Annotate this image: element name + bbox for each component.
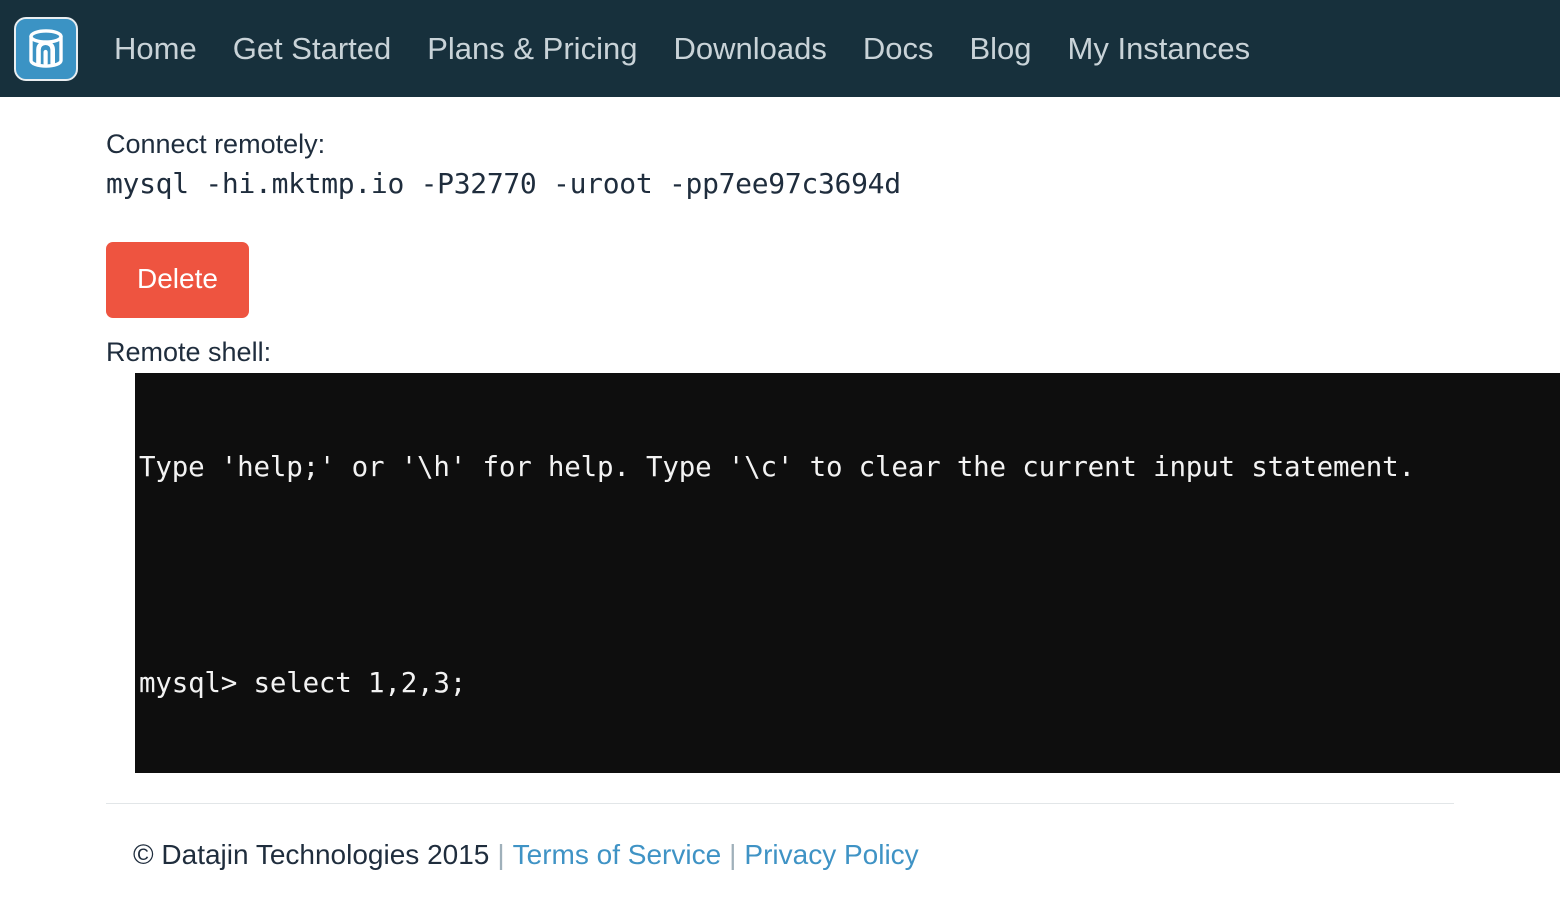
nav-link-get-started[interactable]: Get Started — [215, 27, 410, 70]
delete-button[interactable]: Delete — [106, 242, 249, 319]
footer-link-terms-of-service[interactable]: Terms of Service — [513, 839, 722, 870]
remote-shell-terminal[interactable]: Type 'help;' or '\h' for help. Type '\c'… — [135, 373, 1560, 774]
terminal-line: mysql> select 1,2,3; — [139, 667, 467, 700]
page-footer: © Datajin Technologies 2015 | Terms of Ser… — [0, 804, 1560, 871]
connect-command-text: mysql -hi.mktmp.io -P32770 -uroot -pp7ee… — [106, 167, 901, 201]
nav-link-blog[interactable]: Blog — [951, 27, 1049, 70]
nav-link-my-instances[interactable]: My Instances — [1050, 27, 1269, 70]
footer-separator-1: | — [497, 839, 505, 871]
main-content: Connect remotely: mysql -hi.mktmp.io -P3… — [0, 129, 1560, 774]
nav-links: Home Get Started Plans & Pricing Downloa… — [96, 27, 1268, 70]
footer-separator-2: | — [729, 839, 737, 871]
footer-link-privacy-policy[interactable]: Privacy Policy — [744, 839, 918, 870]
terminal-output: Type 'help;' or '\h' for help. Type '\c'… — [135, 373, 1560, 773]
nav-link-plans-pricing[interactable]: Plans & Pricing — [409, 27, 655, 70]
nav-link-docs[interactable]: Docs — [845, 27, 952, 70]
terminal-line: Type 'help;' or '\h' for help. Type '\c'… — [139, 451, 1415, 484]
brand-logo-icon[interactable] — [14, 16, 78, 81]
top-navigation-bar: Home Get Started Plans & Pricing Downloa… — [0, 0, 1560, 97]
footer-copyright: © Datajin Technologies 2015 — [133, 839, 490, 871]
nav-link-downloads[interactable]: Downloads — [655, 27, 844, 70]
nav-link-home[interactable]: Home — [96, 27, 215, 70]
remote-shell-label: Remote shell: — [106, 337, 272, 368]
connect-remotely-label: Connect remotely: — [106, 129, 326, 159]
